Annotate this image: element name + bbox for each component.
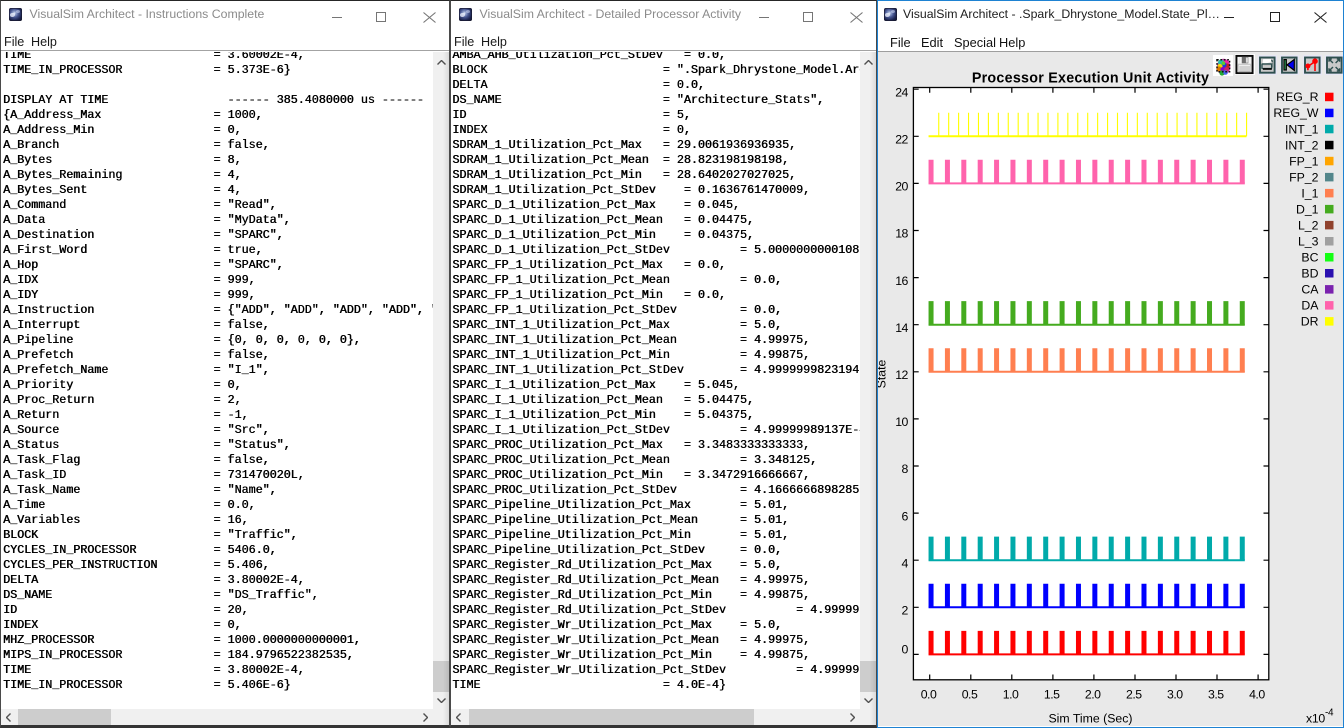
svg-text:DA: DA (1301, 299, 1319, 313)
svg-text:20: 20 (895, 180, 908, 194)
svg-text:FP_2: FP_2 (1289, 170, 1319, 184)
svg-text:Processor Execution Unit Activ: Processor Execution Unit Activity (972, 71, 1209, 87)
svg-text:CA: CA (1301, 283, 1319, 297)
svg-text:0.5: 0.5 (962, 687, 978, 701)
svg-text:I_1: I_1 (1301, 186, 1318, 200)
svg-text:0: 0 (902, 643, 909, 657)
svg-text:24: 24 (895, 85, 908, 99)
svg-text:INT_2: INT_2 (1285, 138, 1319, 152)
svg-text:BD: BD (1301, 267, 1318, 281)
svg-text:14: 14 (895, 321, 908, 335)
svg-text:FP_1: FP_1 (1289, 154, 1319, 168)
svg-text:REG_R: REG_R (1276, 90, 1318, 104)
svg-text:18: 18 (895, 227, 908, 241)
svg-text:6: 6 (902, 509, 909, 523)
svg-text:2: 2 (902, 604, 909, 618)
svg-text:REG_W: REG_W (1273, 106, 1318, 120)
svg-text:3.5: 3.5 (1208, 687, 1224, 701)
svg-text:2.0: 2.0 (1085, 687, 1101, 701)
svg-text:x10-4: x10-4 (1306, 708, 1334, 726)
svg-text:22: 22 (895, 133, 908, 147)
svg-text:State: State (877, 359, 889, 388)
svg-text:10: 10 (895, 415, 908, 429)
svg-text:BC: BC (1301, 251, 1318, 265)
svg-text:4.0: 4.0 (1249, 687, 1265, 701)
svg-text:DR: DR (1301, 315, 1319, 329)
svg-text:4: 4 (902, 556, 909, 570)
svg-text:2.5: 2.5 (1126, 687, 1142, 701)
svg-text:12: 12 (895, 368, 908, 382)
svg-text:16: 16 (895, 274, 908, 288)
svg-text:D_1: D_1 (1296, 202, 1319, 216)
svg-text:1.5: 1.5 (1044, 687, 1060, 701)
svg-text:8: 8 (902, 462, 909, 476)
svg-text:1.0: 1.0 (1003, 687, 1019, 701)
svg-text:3.0: 3.0 (1167, 687, 1183, 701)
svg-text:L_3: L_3 (1298, 235, 1319, 249)
svg-text:Sim Time (Sec): Sim Time (Sec) (1048, 712, 1132, 726)
svg-text:0.0: 0.0 (921, 687, 937, 701)
svg-text:INT_1: INT_1 (1285, 122, 1319, 136)
svg-text:L_2: L_2 (1298, 218, 1319, 232)
